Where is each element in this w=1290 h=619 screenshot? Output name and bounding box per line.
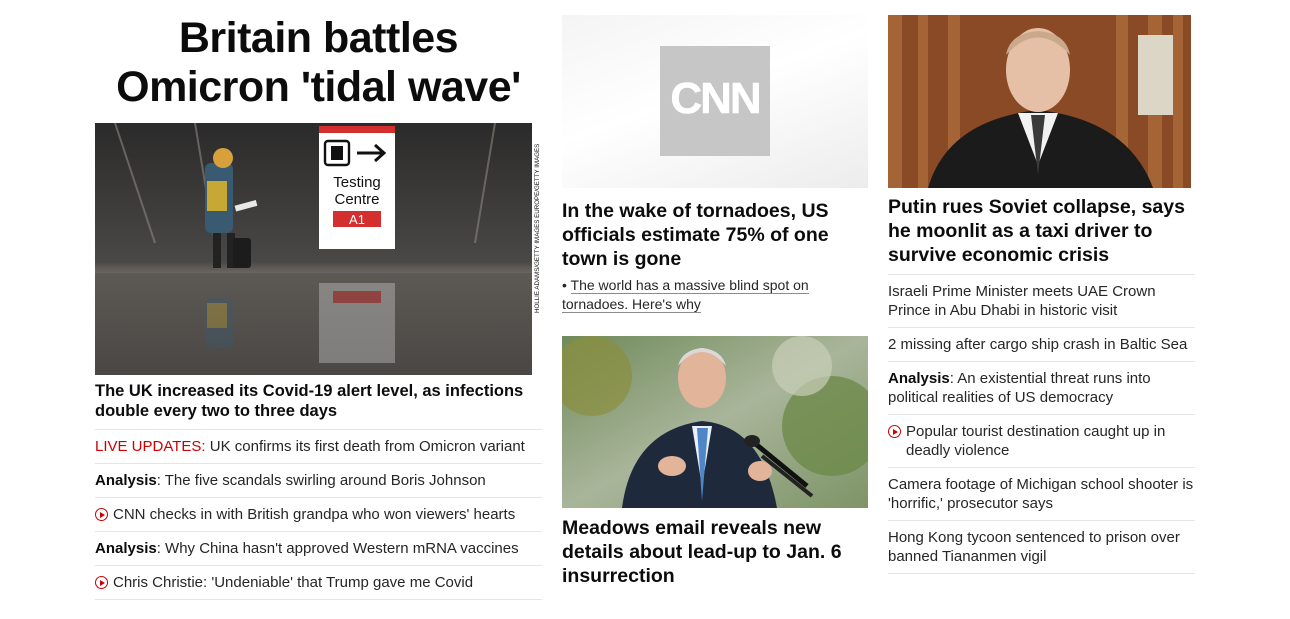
sign-line2: Centre — [334, 191, 379, 208]
live-updates-label: LIVE UPDATES: — [95, 438, 206, 455]
right-related-list: Israeli Prime Minister meets UAE Crown P… — [888, 274, 1195, 574]
list-item-title: CNN checks in with British grandpa who w… — [113, 506, 516, 523]
list-item[interactable]: CNN checks in with British grandpa who w… — [95, 497, 542, 531]
meadows-photo — [562, 336, 868, 508]
analysis-label: Analysis — [95, 472, 157, 489]
list-item-title: 2 missing after cargo ship crash in Balt… — [888, 336, 1188, 353]
list-item[interactable]: Chris Christie: 'Undeniable' that Trump … — [95, 565, 542, 600]
list-item-text: CNN checks in with British grandpa who w… — [113, 498, 542, 531]
list-item-title: : Why China hasn't approved Western mRNA… — [156, 540, 519, 557]
play-video-icon — [95, 508, 108, 521]
play-video-icon — [888, 425, 901, 438]
list-item[interactable]: Israeli Prime Minister meets UAE Crown P… — [888, 274, 1195, 327]
play-video-icon — [95, 576, 108, 589]
lead-headline-line2: Omicron 'tidal wave' — [116, 63, 521, 111]
list-item-text: Israeli Prime Minister meets UAE Crown P… — [888, 282, 1195, 320]
image-credit: HOLLIE ADAMS/GETTY IMAGES EUROPE/GETTY I… — [534, 144, 541, 313]
putin-headline[interactable]: Putin rues Soviet collapse, says he moon… — [888, 195, 1195, 267]
lead-headline[interactable]: Britain battles Omicron 'tidal wave' — [95, 14, 542, 112]
lead-story-caption[interactable]: The UK increased its Covid-19 alert leve… — [95, 381, 542, 421]
list-item-title: : The five scandals swirling around Bori… — [156, 472, 486, 489]
tornado-headline[interactable]: In the wake of tornadoes, US officials e… — [562, 199, 868, 271]
lead-headline-line1: Britain battles — [178, 14, 459, 62]
list-item[interactable]: Analysis: The five scandals swirling aro… — [95, 463, 542, 497]
list-item-text: Analysis: The five scandals swirling aro… — [95, 464, 542, 497]
list-item-title: UK confirms its first death from Omicron… — [205, 438, 525, 455]
lead-story-image[interactable]: Testing Centre A1 HOLLIE ADAMS/GETTY IMA… — [95, 123, 542, 375]
sign-line1: Testing — [333, 174, 381, 191]
putin-story-image[interactable] — [888, 15, 1191, 188]
analysis-label: Analysis — [95, 540, 157, 557]
list-item-title: Popular tourist destination caught up in… — [906, 423, 1166, 459]
list-item[interactable]: Analysis: Why China hasn't approved West… — [95, 531, 542, 565]
testing-centre-photo: Testing Centre A1 HOLLIE ADAMS/GETTY IMA… — [95, 123, 542, 375]
list-item-text: Analysis: Why China hasn't approved West… — [95, 532, 542, 565]
list-item-text: 2 missing after cargo ship crash in Balt… — [888, 335, 1195, 354]
list-item-title: Israeli Prime Minister meets UAE Crown P… — [888, 283, 1156, 319]
analysis-label: Analysis — [888, 370, 950, 387]
cnn-logo-text: CNN — [670, 74, 762, 124]
meadows-story-image[interactable] — [562, 336, 868, 508]
lead-story-column: Britain battles Omicron 'tidal wave' Tes… — [95, 0, 542, 600]
putin-photo — [888, 15, 1191, 188]
list-item-text: Popular tourist destination caught up in… — [906, 422, 1195, 460]
sign-gate: A1 — [349, 212, 365, 227]
lead-related-list: LIVE UPDATES: UK confirms its first deat… — [95, 429, 542, 600]
list-item[interactable]: 2 missing after cargo ship crash in Balt… — [888, 327, 1195, 361]
list-item-title: Hong Kong tycoon sentenced to prison ove… — [888, 529, 1180, 565]
list-item-text: Hong Kong tycoon sentenced to prison ove… — [888, 528, 1195, 566]
list-item-text: Chris Christie: 'Undeniable' that Trump … — [113, 566, 542, 599]
list-item[interactable]: Analysis: An existential threat runs int… — [888, 361, 1195, 414]
tornado-sublink[interactable]: • The world has a massive blind spot on … — [562, 276, 862, 314]
list-item-title: Chris Christie: 'Undeniable' that Trump … — [113, 574, 474, 591]
homepage-zone: Britain battles Omicron 'tidal wave' Tes… — [0, 0, 1290, 619]
meadows-headline[interactable]: Meadows email reveals new details about … — [562, 516, 868, 588]
tornado-story-image[interactable]: CNN — [562, 15, 868, 188]
list-item-text: Camera footage of Michigan school shoote… — [888, 475, 1195, 513]
list-item[interactable]: Camera footage of Michigan school shoote… — [888, 467, 1195, 520]
list-item[interactable]: Popular tourist destination caught up in… — [888, 414, 1195, 467]
bullet: • — [562, 277, 571, 293]
list-item[interactable]: LIVE UPDATES: UK confirms its first deat… — [95, 429, 542, 463]
cnn-logo-placeholder: CNN — [660, 46, 770, 156]
list-item[interactable]: Hong Kong tycoon sentenced to prison ove… — [888, 520, 1195, 574]
list-item-text: LIVE UPDATES: UK confirms its first deat… — [95, 430, 542, 463]
list-item-text: Analysis: An existential threat runs int… — [888, 369, 1195, 407]
tornado-sublink-text: The world has a massive blind spot on to… — [562, 277, 809, 313]
list-item-title: Camera footage of Michigan school shoote… — [888, 476, 1194, 512]
